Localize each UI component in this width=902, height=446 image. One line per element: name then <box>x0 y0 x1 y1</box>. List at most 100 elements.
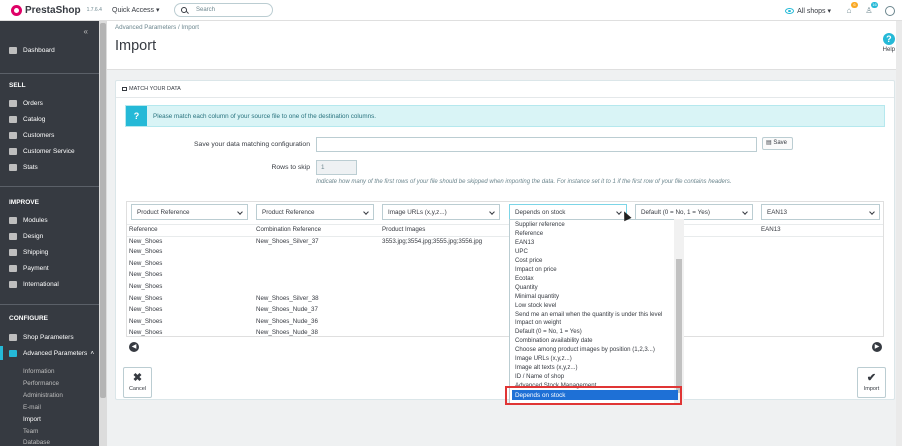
scroll-right-button[interactable]: ▶ <box>872 342 882 352</box>
sidebar-item-modules[interactable]: Modules <box>0 213 99 227</box>
version: 1.7.6.4 <box>86 7 102 13</box>
dropdown-option[interactable]: Choose among product images by position … <box>515 346 655 353</box>
dropdown-scroll-thumb[interactable] <box>676 259 682 393</box>
sidebar-item-catalog[interactable]: Catalog <box>0 112 99 126</box>
dropdown-option[interactable]: Quantity <box>515 284 538 291</box>
employee-avatar-icon[interactable] <box>885 5 895 16</box>
rows-skip-hint: Indicate how many of the first rows of y… <box>316 179 732 185</box>
breadcrumb[interactable]: Advanced Parameters / Import <box>115 24 199 31</box>
dropdown-option[interactable]: Send me an email when the quantity is un… <box>515 311 662 318</box>
subnav-email[interactable]: E-mail <box>23 404 41 411</box>
sidebar-item-shop-parameters[interactable]: Shop Parameters <box>0 330 99 344</box>
sidebar-item-stats[interactable]: Stats <box>0 160 99 174</box>
subnav-administration[interactable]: Administration <box>23 392 63 399</box>
import-button[interactable]: ✔ Import <box>857 367 886 398</box>
divider <box>0 304 99 305</box>
dropdown-option[interactable]: Reference <box>515 230 543 237</box>
table-cell: New_Shoes_Nude_38 <box>256 329 318 336</box>
subnav-team[interactable]: Team <box>23 428 38 435</box>
dropdown-option[interactable]: Impact on weight <box>515 319 561 326</box>
sidebar-item-customer-service[interactable]: Customer Service <box>0 144 99 158</box>
table-cell: New_Shoes_Silver_37 <box>256 238 319 245</box>
column-select-4[interactable]: Depends on stock <box>509 204 627 220</box>
prestashop-logo-icon <box>11 4 22 16</box>
dropdown-option[interactable]: Default (0 = No, 1 = Yes) <box>515 328 582 335</box>
cancel-button[interactable]: ✖ Cancel <box>123 367 152 398</box>
help-icon: ? <box>882 33 895 45</box>
globe-icon <box>9 280 17 288</box>
truck-icon <box>9 248 17 256</box>
column-select-6[interactable]: EAN13 <box>761 204 880 220</box>
table-cell: New_Shoes_Nude_37 <box>256 306 318 313</box>
sidebar-item-label: Payment <box>23 264 49 272</box>
search-icon <box>181 7 187 13</box>
subnav-database[interactable]: Database <box>23 439 50 446</box>
question-icon: ? <box>126 106 147 126</box>
desktop-icon <box>9 232 17 240</box>
sidebar-item-customers[interactable]: Customers <box>0 128 99 142</box>
subnav-information[interactable]: Information <box>23 368 55 375</box>
dropdown-option[interactable]: Minimal quantity <box>515 293 559 300</box>
dropdown-option[interactable]: Combination availability date <box>515 337 593 344</box>
subnav-performance[interactable]: Performance <box>23 380 59 387</box>
quick-access-menu[interactable]: Quick Access ▾ <box>112 6 174 14</box>
rows-skip-input[interactable]: 1 <box>316 160 357 175</box>
sidebar-scrollbar[interactable] <box>99 21 107 446</box>
page-scrollbar[interactable] <box>896 21 902 446</box>
column-select-1[interactable]: Product Reference <box>131 204 248 220</box>
logo[interactable]: PrestaShop 1.7.6.4 <box>11 4 112 16</box>
table-cell: Product Images <box>382 226 426 233</box>
dropdown-option[interactable]: Image alt texts (x,y,z...) <box>515 364 578 371</box>
rows-skip-label: Rows to skip <box>271 164 310 171</box>
row-divider <box>127 224 883 225</box>
sidebar-item-international[interactable]: International <box>0 277 99 291</box>
scroll-left-button[interactable]: ◀ <box>129 342 139 352</box>
dropdown-scrollbar[interactable] <box>674 219 684 405</box>
customers-badge: 16 <box>871 2 878 8</box>
config-name-input[interactable] <box>316 137 757 152</box>
dropdown-option[interactable]: Cost price <box>515 257 542 264</box>
dropdown-option[interactable]: Impact on price <box>515 266 557 273</box>
sidebar-scroll-thumb[interactable] <box>100 23 106 398</box>
help-button[interactable]: ? Help <box>883 33 895 53</box>
table-cell: New_Shoes <box>129 248 163 255</box>
collapse-menu-icon[interactable]: « <box>84 27 88 36</box>
customers-notification-icon[interactable]: ♙ 16 <box>865 2 878 15</box>
save-button[interactable]: ▤ Save <box>762 137 793 150</box>
search-input[interactable]: Search <box>174 3 273 17</box>
sidebar-item-label: Stats <box>23 163 38 171</box>
column-select-2[interactable]: Product Reference <box>256 204 374 220</box>
eye-icon <box>785 7 795 14</box>
sidebar-item-orders[interactable]: Orders <box>0 96 99 110</box>
section-configure: CONFIGURE <box>9 315 48 322</box>
dropdown-option[interactable]: EAN13 <box>515 239 534 246</box>
sidebar-item-design[interactable]: Design <box>0 229 99 243</box>
divider <box>0 73 99 74</box>
sidebar-item-shipping[interactable]: Shipping <box>0 245 99 259</box>
dropdown-option[interactable]: Ecotax <box>515 275 534 282</box>
dropdown-option[interactable]: Low stock level <box>515 302 556 309</box>
table-cell: New_Shoes_Silver_38 <box>256 295 319 302</box>
dropdown-option[interactable]: Supplier reference <box>515 221 565 228</box>
sidebar-item-label: Customer Service <box>23 147 75 155</box>
shop-selector[interactable]: All shops ▾ <box>785 7 831 15</box>
sidebar-item-dashboard[interactable]: Dashboard <box>0 43 99 57</box>
orders-icon <box>9 99 17 107</box>
sidebar-item-payment[interactable]: Payment <box>0 261 99 275</box>
dropdown-option[interactable]: UPC <box>515 248 528 255</box>
orders-notification-icon[interactable]: ⌂ 6 <box>845 2 858 15</box>
chat-icon <box>9 147 17 155</box>
dropdown-option[interactable]: Image URLs (x,y,z...) <box>515 355 572 362</box>
subnav-import[interactable]: Import <box>23 416 41 423</box>
sidebar-item-advanced-parameters[interactable]: Advanced Parameters ˄ <box>0 346 99 360</box>
save-config-label: Save your data matching configuration <box>194 141 310 148</box>
column-select-3[interactable]: Image URLs (x,y,z...) <box>382 204 500 220</box>
column-select-5[interactable]: Default (0 = No, 1 = Yes) <box>635 204 753 220</box>
search-placeholder: Search <box>196 7 216 13</box>
dropdown-option[interactable]: ID / Name of shop <box>515 373 564 380</box>
sidebar-item-label: Advanced Parameters <box>23 349 88 357</box>
close-icon: ✖ <box>132 372 143 384</box>
chevron-up-icon: ˄ <box>90 349 95 357</box>
info-alert: ? Please match each column of your sourc… <box>125 105 885 127</box>
trend-icon <box>9 46 17 54</box>
